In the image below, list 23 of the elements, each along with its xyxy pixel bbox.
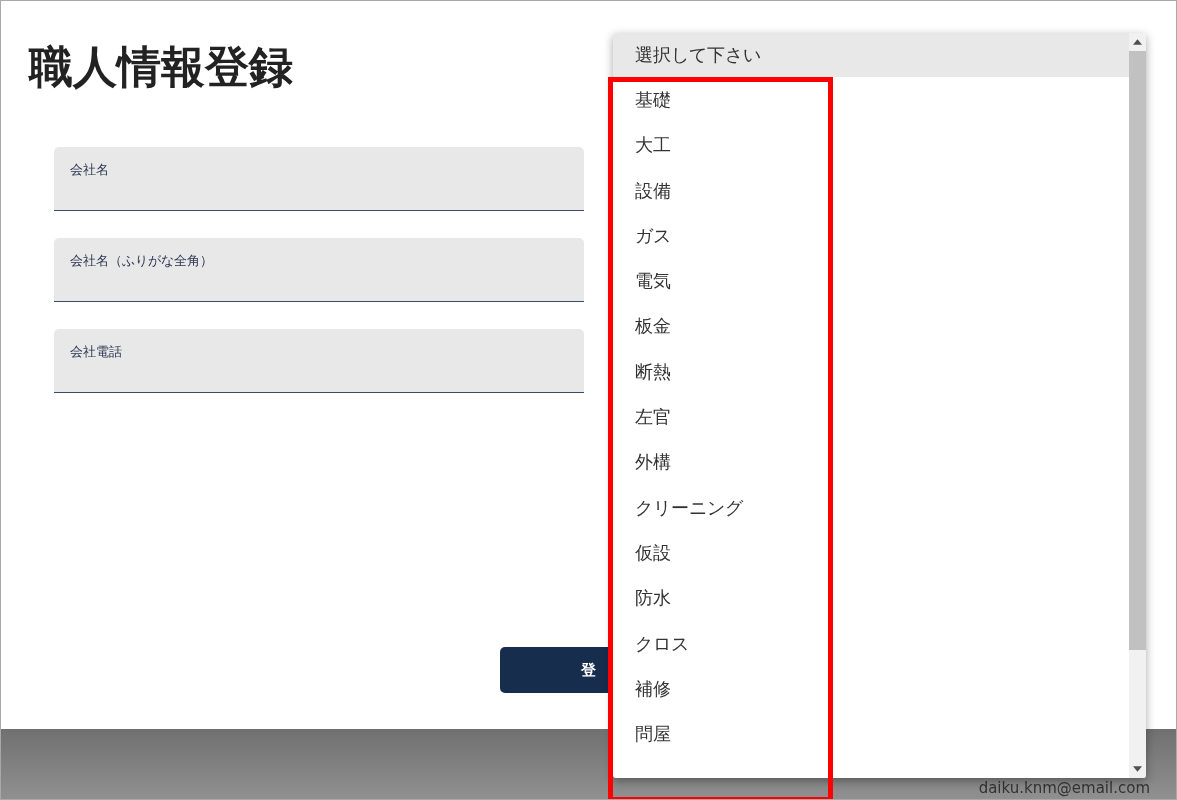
dropdown-option[interactable]: 仮設 [635,529,671,576]
scroll-up-icon[interactable] [1133,39,1142,45]
dropdown-option[interactable]: クリーニング [635,484,743,530]
dropdown-option[interactable]: 基礎 [635,77,671,123]
scroll-down-icon[interactable] [1133,766,1142,772]
dropdown-option[interactable]: 左官 [635,394,671,440]
dropdown-option[interactable]: 大工 [635,122,671,168]
dropdown-option[interactable]: 防水 [635,575,671,621]
dropdown-option[interactable]: 選択して下さい [613,33,1129,77]
footer-email: daiku.knm@email.com [978,779,1150,797]
input-field[interactable]: 会社名（ふりがな全角） [54,238,584,302]
dropdown-option[interactable]: 問屋 [635,711,671,757]
dropdown-option[interactable]: 外構 [635,439,671,485]
dropdown-option[interactable]: 断熱 [635,348,671,395]
input-field[interactable]: 会社名 [54,147,584,211]
page-title: 職人情報登録 [29,40,293,94]
dropdown-option[interactable]: 板金 [635,303,671,349]
input-field[interactable]: 会社電話 [54,329,584,393]
dropdown-option[interactable]: 設備 [635,167,671,213]
scrollbar[interactable] [1129,33,1146,778]
dropdown-option[interactable]: ガス [635,212,671,259]
dropdown-option[interactable]: 電気 [635,258,671,304]
scrollbar-thumb[interactable] [1129,51,1146,650]
